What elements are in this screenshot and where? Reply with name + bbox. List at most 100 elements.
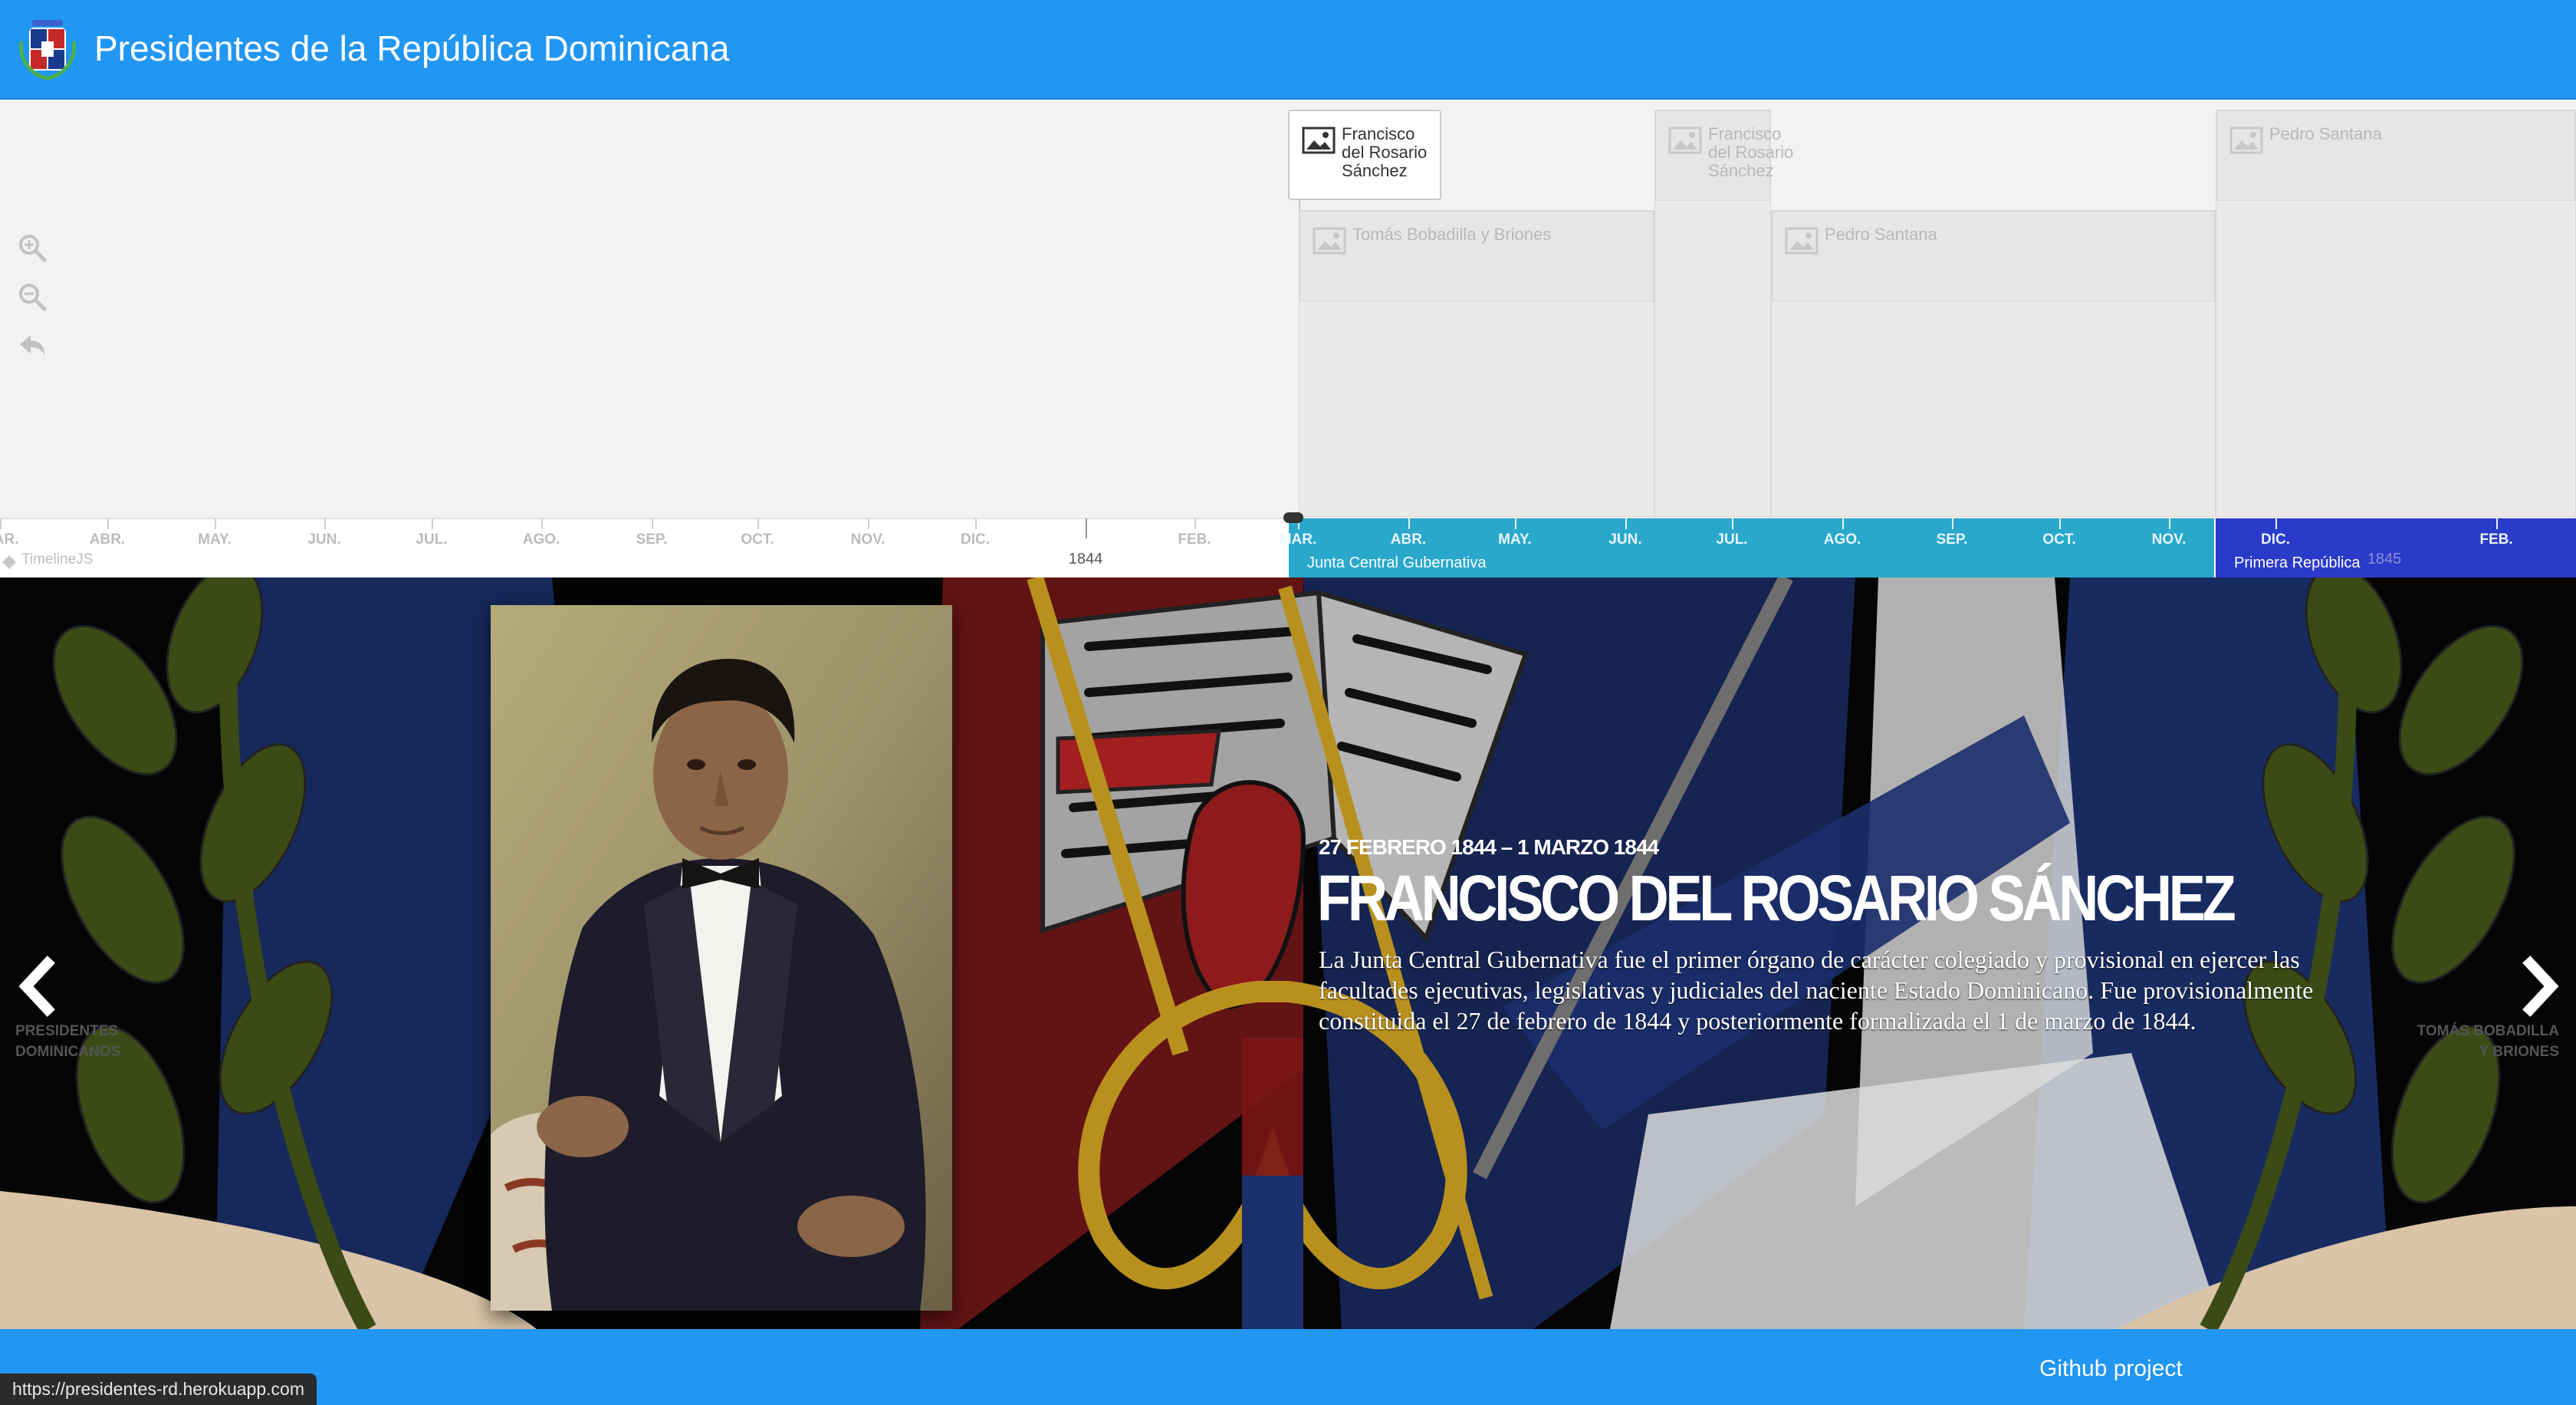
era-band[interactable]: Primera República bbox=[2216, 518, 2576, 578]
month-label: JUN. bbox=[1608, 531, 1642, 548]
image-icon bbox=[1668, 127, 1702, 154]
month-label: SEP. bbox=[636, 531, 668, 548]
marker-title: Pedro Santana bbox=[2269, 125, 2382, 143]
chevron-right-icon[interactable] bbox=[2519, 956, 2565, 1017]
marker-title-line: Tomás Bobadilla y Briones bbox=[1352, 225, 1552, 244]
marker-title-line: Pedro Santana bbox=[2269, 124, 2382, 143]
marker-title: Francisco del Rosario Sánchez bbox=[1708, 125, 1793, 180]
month-label: NOV. bbox=[850, 531, 886, 548]
axis-tick bbox=[868, 518, 869, 529]
github-project-link[interactable]: Github project bbox=[2039, 1356, 2183, 1382]
year-tick bbox=[1086, 518, 1087, 538]
marker-title: Francisco del Rosario Sánchez bbox=[1342, 125, 1427, 180]
dominican-coat-of-arms-icon[interactable] bbox=[15, 18, 80, 83]
axis-tick bbox=[2275, 518, 2277, 529]
marker-title-line: Francisco bbox=[1342, 124, 1415, 143]
month-label: JUL. bbox=[416, 531, 448, 548]
month-label: JUN. bbox=[307, 531, 341, 548]
month-label: AR. bbox=[0, 531, 19, 548]
marker-title-line: Francisco bbox=[1708, 124, 1782, 143]
image-icon bbox=[1313, 227, 1346, 255]
year-label: 1844 bbox=[1068, 551, 1103, 568]
nav-label-line: Y BRIONES bbox=[2479, 1044, 2559, 1060]
timelinejs-credit[interactable]: TimelineJS bbox=[21, 551, 93, 568]
previous-slide-label[interactable]: PRESIDENTES DOMINICANOS bbox=[15, 1021, 120, 1062]
image-icon bbox=[1785, 227, 1819, 255]
marker-flag[interactable]: Francisco del Rosario Sánchez bbox=[1288, 110, 1441, 200]
timelinejs-logo-icon bbox=[2, 555, 16, 569]
nav-label-line: PRESIDENTES bbox=[15, 1023, 119, 1039]
axis-tick bbox=[652, 518, 653, 529]
back-to-start-icon[interactable] bbox=[17, 331, 48, 361]
axis-tick bbox=[2496, 518, 2498, 529]
era-label: Primera República bbox=[2234, 554, 2361, 571]
marker-flag[interactable]: Francisco del Rosario Sánchez bbox=[1655, 110, 1793, 201]
month-label: ABR. bbox=[89, 531, 126, 548]
axis-tick bbox=[1408, 518, 1410, 529]
zoom-out-icon[interactable] bbox=[17, 281, 48, 312]
timeline-marker[interactable]: Pedro Santana bbox=[1771, 210, 2216, 517]
axis-tick bbox=[107, 518, 109, 529]
era-label: Junta Central Gubernativa bbox=[1307, 554, 1487, 571]
axis-tick bbox=[1732, 518, 1733, 529]
marker-title-line: Pedro Santana bbox=[1825, 225, 1937, 244]
month-label: FEB. bbox=[1178, 531, 1211, 548]
marker-title: Pedro Santana bbox=[1825, 225, 1937, 244]
browser-status-url: https://presidentes-rd.herokuapp.com bbox=[0, 1374, 317, 1405]
marker-title-line: Sánchez bbox=[1708, 161, 1774, 180]
month-label: OCT. bbox=[741, 531, 774, 548]
marker-flag[interactable]: Pedro Santana bbox=[2216, 110, 2575, 201]
marker-flag[interactable]: Tomás Bobadilla y Briones bbox=[1300, 211, 1654, 301]
chevron-left-icon[interactable] bbox=[12, 956, 58, 1017]
month-label: JUL. bbox=[1716, 531, 1748, 548]
axis-tick bbox=[757, 518, 759, 529]
axis-tick bbox=[324, 518, 326, 529]
axis-tick bbox=[541, 518, 543, 529]
portrait-francisco-del-rosario-sanchez bbox=[491, 605, 952, 1311]
era-band[interactable]: Junta Central Gubernativa bbox=[1289, 518, 2214, 578]
month-label: MAY. bbox=[198, 531, 232, 548]
timeline-marker[interactable]: Pedro Santana bbox=[2216, 110, 2576, 517]
axis-tick bbox=[1952, 518, 1953, 529]
axis-tick bbox=[1194, 518, 1196, 529]
axis-tick bbox=[1625, 518, 1627, 529]
marker-title-line: del Rosario bbox=[1708, 143, 1794, 162]
app-header: Presidentes de la República Dominicana bbox=[0, 0, 2576, 100]
year-label: 1845 bbox=[2367, 551, 2402, 568]
page-title: Presidentes de la República Dominicana bbox=[94, 28, 730, 68]
marker-flag[interactable]: Pedro Santana bbox=[1772, 211, 2215, 301]
marker-title-line: Sánchez bbox=[1342, 161, 1408, 180]
marker-title: Tomás Bobadilla y Briones bbox=[1352, 225, 1551, 244]
axis-tick bbox=[2059, 518, 2061, 529]
timeline-marker-active[interactable]: Francisco del Rosario Sánchez bbox=[1288, 110, 1441, 200]
next-slide-label[interactable]: TOMÁS BOBADILLA Y BRIONES bbox=[2417, 1021, 2559, 1062]
month-label: MAR. bbox=[1279, 531, 1317, 548]
nav-label-line: DOMINICANOS bbox=[15, 1044, 121, 1060]
month-label: DIC. bbox=[2261, 531, 2290, 548]
timeline-marker[interactable]: Francisco del Rosario Sánchez bbox=[1654, 110, 1793, 517]
app-footer bbox=[0, 1329, 2576, 1405]
active-marker-dot bbox=[1283, 512, 1303, 523]
month-label: OCT. bbox=[2042, 531, 2076, 548]
axis-tick bbox=[975, 518, 977, 529]
month-label: SEP. bbox=[1936, 531, 1968, 548]
slide: 27 FEBRERO 1844 – 1 MARZO 1844 FRANCISCO… bbox=[0, 577, 2576, 1329]
month-label: NOV. bbox=[2151, 531, 2187, 548]
image-icon bbox=[1302, 127, 1336, 154]
image-icon bbox=[2229, 127, 2263, 154]
nav-label-line: TOMÁS BOBADILLA bbox=[2417, 1023, 2559, 1039]
axis-tick bbox=[432, 518, 433, 529]
timeline-marker[interactable]: Tomás Bobadilla y Briones bbox=[1299, 210, 1654, 517]
month-label: AGO. bbox=[1823, 531, 1861, 548]
axis-tick bbox=[215, 518, 216, 529]
slide-title: FRANCISCO DEL ROSARIO SÁNCHEZ bbox=[1317, 862, 2236, 934]
slide-date: 27 FEBRERO 1844 – 1 MARZO 1844 bbox=[1319, 835, 1659, 859]
axis-tick bbox=[2169, 518, 2170, 529]
timeline-nav[interactable]: Tomás Bobadilla y Briones Francisco del … bbox=[0, 100, 2576, 580]
axis-tick bbox=[1515, 518, 1516, 529]
zoom-in-icon[interactable] bbox=[17, 232, 48, 263]
slide-text: La Junta Central Gubernativa fue el prim… bbox=[1319, 946, 2314, 1035]
page: Presidentes de la República Dominicana T… bbox=[0, 0, 2576, 1405]
marker-title-line: del Rosario bbox=[1342, 143, 1428, 162]
month-label: DIC. bbox=[961, 531, 990, 548]
